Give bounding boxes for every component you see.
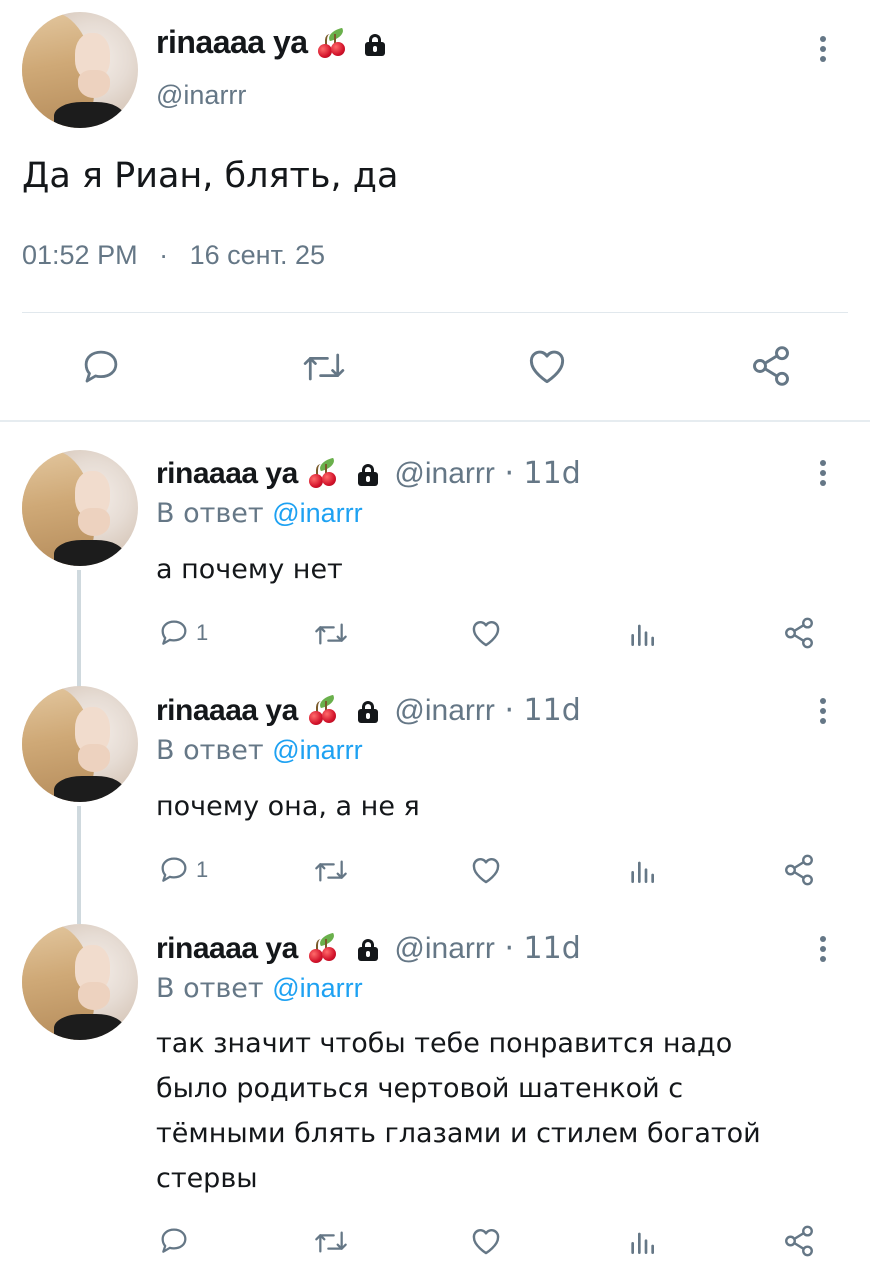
- reply-header: rinaaaa ya @inarrr · 11d: [156, 693, 581, 728]
- reply-to-line: В ответ @inarrr: [156, 973, 363, 1004]
- reply-prefix: В ответ: [156, 735, 264, 766]
- handle[interactable]: @inarrr: [394, 457, 494, 490]
- reply-header: rinaaaa ya @inarrr · 11d: [156, 931, 581, 966]
- reply-icon[interactable]: [80, 346, 122, 388]
- share-icon[interactable]: [748, 344, 794, 388]
- meta-separator: ·: [504, 456, 514, 491]
- more-options-icon[interactable]: [818, 36, 828, 66]
- thread-line: [77, 806, 81, 924]
- lock-icon: [357, 938, 379, 961]
- retweet-icon[interactable]: [312, 1226, 350, 1258]
- reply-count: 1: [196, 620, 209, 645]
- tweet-text-line: стервы: [156, 1163, 258, 1194]
- avatar[interactable]: [22, 686, 138, 802]
- avatar[interactable]: [22, 12, 138, 128]
- tweet-text: Да я Риан, блять, да: [22, 156, 399, 196]
- thread-line: [77, 570, 81, 688]
- views-icon[interactable]: [626, 855, 658, 887]
- tweet-text-line: было родиться чертовой шатенкой с: [156, 1073, 684, 1104]
- section-divider: [0, 420, 870, 422]
- display-name-text: rinaaaa ya: [156, 24, 308, 60]
- lock-icon: [357, 700, 379, 723]
- share-icon[interactable]: [782, 616, 816, 650]
- like-icon[interactable]: [468, 616, 504, 650]
- handle[interactable]: @inarrr: [156, 80, 246, 111]
- reply-prefix: В ответ: [156, 498, 264, 529]
- reply-to-link[interactable]: @inarrr: [272, 498, 362, 528]
- reply-icon[interactable]: [158, 1225, 190, 1257]
- tweet-age: 11d: [523, 931, 581, 966]
- reply-icon[interactable]: [158, 617, 190, 649]
- tweet-text: почему она, а не я: [156, 791, 420, 822]
- like-icon[interactable]: [524, 344, 570, 388]
- share-icon[interactable]: [782, 1224, 816, 1258]
- handle[interactable]: @inarrr: [394, 694, 494, 727]
- more-options-icon[interactable]: [818, 936, 828, 966]
- reply-to-link[interactable]: @inarrr: [272, 973, 362, 1003]
- views-icon[interactable]: [626, 1226, 658, 1258]
- tweet-text: а почему нет: [156, 554, 343, 585]
- reply-prefix: В ответ: [156, 973, 264, 1004]
- tweet-age: 11d: [523, 693, 581, 728]
- more-options-icon[interactable]: [818, 460, 828, 490]
- meta-separator: ·: [504, 693, 514, 728]
- tweet-date: 16 сент. 25: [189, 240, 325, 270]
- timestamp-separator: ·: [159, 240, 169, 270]
- reply-to-line: В ответ @inarrr: [156, 735, 363, 766]
- cherry-emoji-icon: [307, 694, 339, 727]
- display-name[interactable]: rinaaaa ya: [156, 932, 298, 965]
- divider: [22, 312, 848, 313]
- more-options-icon[interactable]: [818, 698, 828, 728]
- like-icon[interactable]: [468, 853, 504, 887]
- reply-count: 1: [196, 857, 209, 882]
- handle[interactable]: @inarrr: [394, 932, 494, 965]
- cherry-emoji-icon: [307, 457, 339, 490]
- display-name[interactable]: rinaaaa ya: [156, 694, 298, 727]
- like-icon[interactable]: [468, 1224, 504, 1258]
- tweet-text-line: тёмными блять глазами и стилем богатой: [156, 1118, 761, 1149]
- tweet-text-line: так значит чтобы тебе понравится надо: [156, 1028, 733, 1059]
- reply-header: rinaaaa ya @inarrr · 11d: [156, 456, 581, 491]
- meta-separator: ·: [504, 931, 514, 966]
- reply-to-line: В ответ @inarrr: [156, 498, 363, 529]
- retweet-icon[interactable]: [300, 346, 348, 388]
- cherry-emoji-icon: [316, 27, 348, 60]
- lock-icon: [357, 463, 379, 486]
- views-icon[interactable]: [626, 618, 658, 650]
- display-name[interactable]: rinaaaa ya: [156, 24, 386, 61]
- retweet-icon[interactable]: [312, 855, 350, 887]
- reply-icon[interactable]: [158, 854, 190, 886]
- cherry-emoji-icon: [307, 932, 339, 965]
- lock-icon: [364, 33, 386, 56]
- tweet-time: 01:52 PM: [22, 240, 138, 270]
- share-icon[interactable]: [782, 853, 816, 887]
- reply-to-link[interactable]: @inarrr: [272, 735, 362, 765]
- display-name[interactable]: rinaaaa ya: [156, 457, 298, 490]
- avatar[interactable]: [22, 924, 138, 1040]
- tweet-timestamp: 01:52 PM · 16 сент. 25: [22, 240, 325, 271]
- avatar[interactable]: [22, 450, 138, 566]
- retweet-icon[interactable]: [312, 618, 350, 650]
- tweet-age: 11d: [523, 456, 581, 491]
